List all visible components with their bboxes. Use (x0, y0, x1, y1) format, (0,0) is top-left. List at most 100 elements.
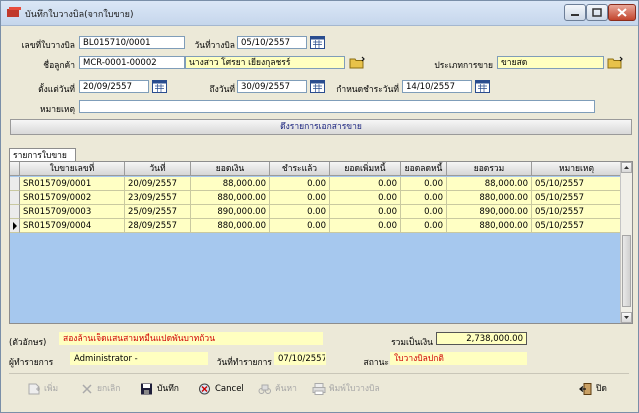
total-label: รวมเป็นเงิน (391, 338, 433, 348)
sales-grid: ใบขายเลขที่ วันที่ ยอดเงิน ชำระแล้ว ยอดเพิ่ม… (9, 161, 633, 324)
grid-cell-total[interactable]: 880,000.00 (447, 191, 532, 205)
calendar-icon[interactable] (152, 80, 167, 93)
grid-header-debit[interactable]: ยอดเพิ่มหนี้ (330, 162, 401, 176)
note-field[interactable] (79, 100, 595, 113)
grid-cell-debit[interactable]: 0.00 (330, 177, 401, 191)
row-indicator[interactable] (10, 205, 20, 219)
grid-cell-note[interactable]: 05/10/2557 (532, 177, 622, 191)
scroll-down-button[interactable] (621, 312, 632, 323)
grid-cell-credit[interactable]: 0.00 (401, 177, 447, 191)
row-indicator[interactable] (10, 219, 20, 233)
status-field: ใบวางบิลปกติ (390, 352, 527, 365)
customer-code-field[interactable]: MCR-0001-00002 (79, 56, 185, 69)
bill-no-field[interactable]: BL015710/0001 (79, 36, 185, 49)
grid-cell-note[interactable]: 05/10/2557 (532, 219, 622, 233)
grid-cell-paid[interactable]: 0.00 (270, 177, 330, 191)
grid-cell-total[interactable]: 880,000.00 (447, 219, 532, 233)
grid-cell-paid[interactable]: 0.00 (270, 205, 330, 219)
form-area: เลขที่ใบวางบิล BL015710/0001 วันที่วางบิ… (5, 26, 634, 408)
minimize-button[interactable] (564, 4, 586, 21)
cancel-icon (199, 383, 210, 395)
minimize-icon (571, 14, 579, 16)
to-date-field[interactable]: 30/09/2557 (237, 80, 307, 93)
grid-cell-note[interactable]: 05/10/2557 (532, 205, 622, 219)
grid-cell-credit[interactable]: 0.00 (401, 219, 447, 233)
grid-cell-date[interactable]: 25/09/2557 (125, 205, 191, 219)
folder-lookup-icon[interactable] (607, 56, 623, 69)
grid-header-total[interactable]: ยอดรวม (447, 162, 532, 176)
record-date-field: 07/10/2557 (274, 352, 326, 365)
grid-cell-total[interactable]: 890,000.00 (447, 205, 532, 219)
grid-cell-credit[interactable]: 0.00 (401, 205, 447, 219)
grid-cell-credit[interactable]: 0.00 (401, 191, 447, 205)
fetch-sales-docs-button[interactable]: ดึงรายการเอกสารขาย (10, 119, 632, 135)
save-icon (141, 383, 152, 395)
grid-header-credit[interactable]: ยอดลดหนี้ (401, 162, 447, 176)
grid-cell-amount[interactable]: 880,000.00 (191, 191, 270, 205)
grid-cell-total[interactable]: 88,000.00 (447, 177, 532, 191)
close-form-button[interactable]: ปิด (579, 381, 613, 397)
title-bar: บันทึกใบวางบิล(จากใบขาย) (1, 1, 638, 26)
customer-label: ชื่อลูกค้า (43, 61, 75, 71)
grid-cell-amount[interactable]: 88,000.00 (191, 177, 270, 191)
current-row-arrow-icon (13, 222, 17, 230)
find-button[interactable]: ค้นหา (258, 381, 302, 397)
grid-header-paid[interactable]: ชำระแล้ว (270, 162, 330, 176)
grid-header-date[interactable]: วันที่ (125, 162, 191, 176)
grid-header-doc-no[interactable]: ใบขายเลขที่ (20, 162, 125, 176)
grid-cell-date[interactable]: 28/09/2557 (125, 219, 191, 233)
sale-type-field[interactable]: ขายสด (497, 56, 604, 69)
row-indicator[interactable] (10, 177, 20, 191)
folder-lookup-icon[interactable] (349, 56, 365, 69)
calendar-icon[interactable] (475, 80, 490, 93)
add-icon (28, 383, 40, 395)
grid-cell-paid[interactable]: 0.00 (270, 219, 330, 233)
grid-cell-debit[interactable]: 0.00 (330, 219, 401, 233)
print-bill-button[interactable]: พิมพ์ใบวางบิล (312, 381, 386, 397)
grid-header-amount[interactable]: ยอดเงิน (191, 162, 270, 176)
window-title: บันทึกใบวางบิล(จากใบขาย) (25, 10, 134, 20)
tab-sales-list[interactable]: รายการใบขาย (9, 148, 76, 162)
grid-cell-doc[interactable]: SR015709/0003 (20, 205, 125, 219)
grid-cell-amount[interactable]: 890,000.00 (191, 205, 270, 219)
bill-date-label: วันที่วางบิล (194, 41, 236, 51)
due-date-field[interactable]: 14/10/2557 (402, 80, 472, 93)
printer-icon (312, 383, 326, 395)
calendar-icon[interactable] (310, 80, 325, 93)
exit-door-icon (579, 383, 592, 395)
scroll-up-button[interactable] (621, 162, 632, 173)
grid-cell-debit[interactable]: 0.00 (330, 191, 401, 205)
grid-cell-doc[interactable]: SR015709/0001 (20, 177, 125, 191)
close-window-button[interactable] (608, 4, 636, 21)
cancel-doc-button[interactable]: ยกเลิก (80, 381, 130, 397)
from-date-label: ตั้งแต่วันที่ (38, 85, 75, 95)
scroll-up-icon (624, 166, 629, 169)
grid-corner-cell (10, 162, 20, 176)
grid-cell-debit[interactable]: 0.00 (330, 205, 401, 219)
grid-header-note[interactable]: หมายเหตุ (532, 162, 622, 176)
scroll-thumb[interactable] (622, 235, 631, 307)
customer-name-field: นางสาว โศรยา เยียงกุลชรร์ (185, 56, 345, 69)
grid-cell-date[interactable]: 20/09/2557 (125, 177, 191, 191)
x-icon (82, 384, 92, 394)
scroll-down-icon (624, 316, 629, 319)
close-icon (617, 8, 627, 17)
grid-cell-doc[interactable]: SR015709/0004 (20, 219, 125, 233)
note-label: หมายเหตุ (40, 105, 75, 115)
add-button[interactable]: เพิ่ม (27, 381, 67, 397)
grid-cell-note[interactable]: 05/10/2557 (532, 191, 622, 205)
vertical-scrollbar[interactable] (620, 162, 632, 323)
maximize-button[interactable] (586, 4, 608, 21)
calendar-icon[interactable] (310, 36, 325, 49)
grid-cell-doc[interactable]: SR015709/0002 (20, 191, 125, 205)
cancel-button[interactable]: Cancel (198, 381, 246, 397)
grid-cell-paid[interactable]: 0.00 (270, 191, 330, 205)
record-date-label: วันที่ทำรายการ (216, 358, 272, 368)
from-date-field[interactable]: 20/09/2557 (79, 80, 149, 93)
save-button[interactable]: บันทึก (140, 381, 186, 397)
toolbar-divider (9, 373, 629, 374)
bill-date-field[interactable]: 05/10/2557 (237, 36, 307, 49)
row-indicator[interactable] (10, 191, 20, 205)
grid-cell-date[interactable]: 23/09/2557 (125, 191, 191, 205)
grid-cell-amount[interactable]: 880,000.00 (191, 219, 270, 233)
